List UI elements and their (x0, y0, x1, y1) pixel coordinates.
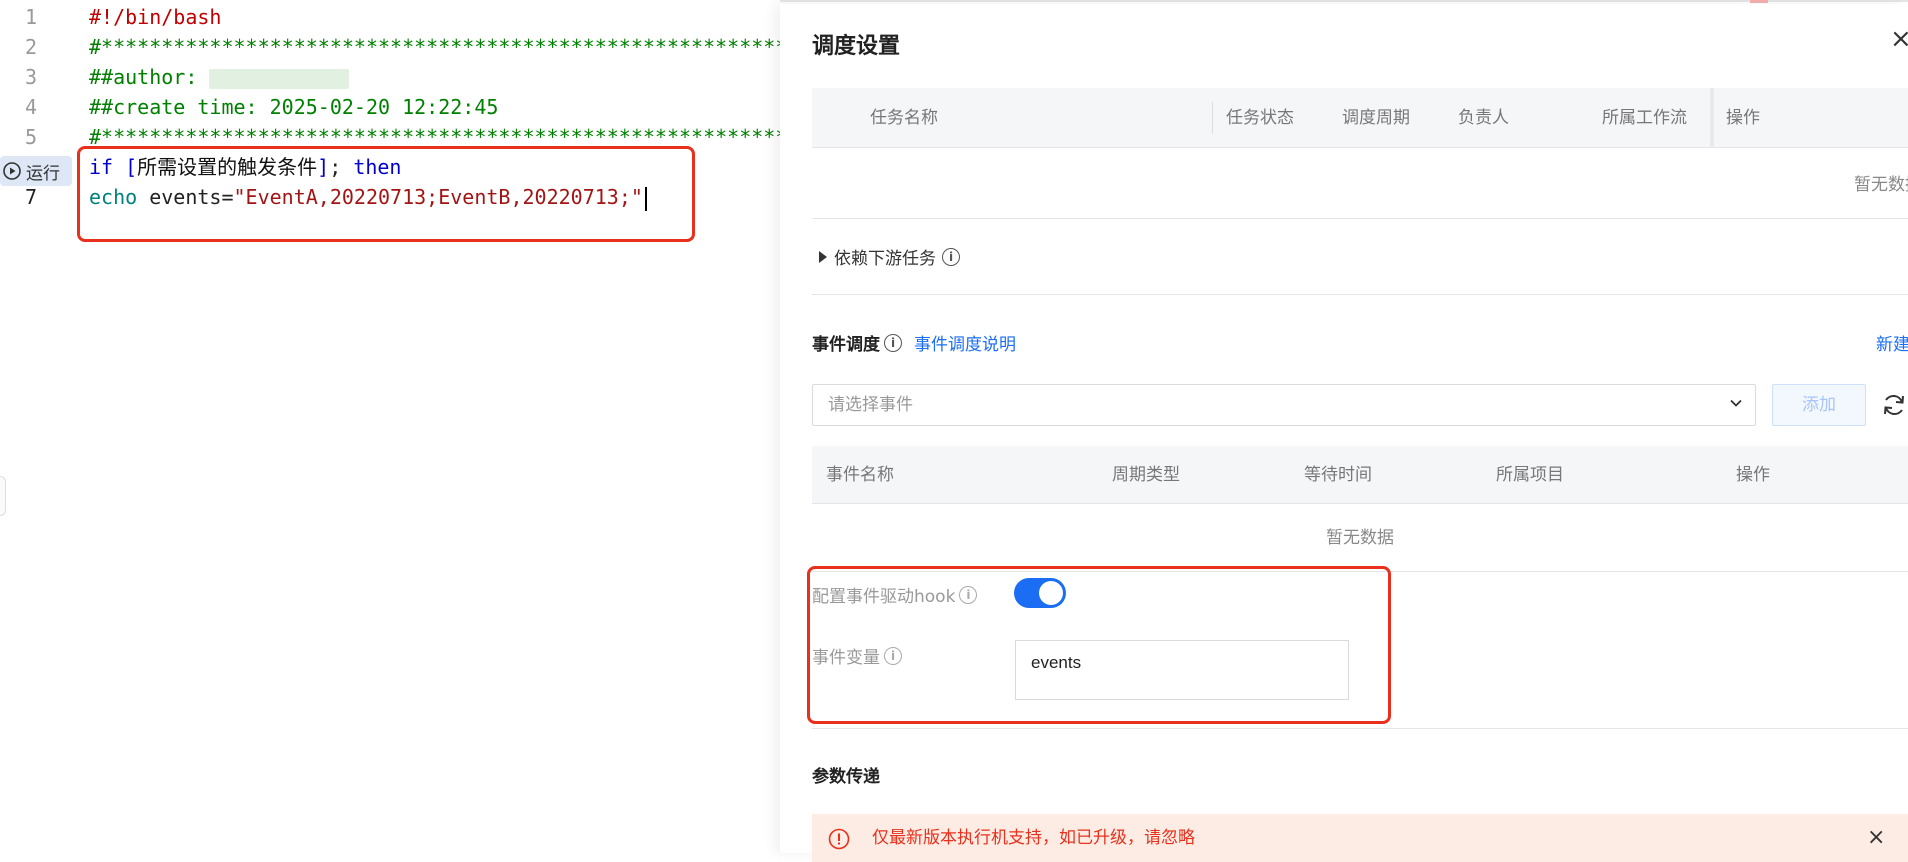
col-event-name: 事件名称 (826, 465, 894, 485)
divider (812, 294, 1908, 295)
event-table-header: 事件名称 周期类型 等待时间 所属项目 操作 (812, 446, 1908, 504)
col-actions: 操作 (1726, 108, 1760, 128)
code-text: ##create time: 2025-02-20 12:22:45 (89, 92, 498, 122)
col-project: 所属项目 (1496, 465, 1564, 485)
line-number: 7 (24, 185, 38, 209)
event-section-header: 事件调度 i 事件调度说明 新建事件 (812, 330, 1908, 355)
warning-icon (828, 828, 850, 850)
divider (812, 728, 1908, 729)
code-token: #!/bin/bash (89, 5, 222, 29)
drawer-title: 调度设置 (812, 34, 901, 59)
close-icon[interactable]: × (1890, 24, 1908, 54)
event-doc-link[interactable]: 事件调度说明 (914, 330, 1016, 355)
col-task-name: 任务名称 (870, 108, 938, 128)
line-number: 4 (24, 95, 38, 119)
warning-text: 仅最新版本执行机支持，如已升级，请忽略 (872, 828, 1195, 848)
code-text: #!/bin/bash (89, 2, 221, 32)
line-number: 5 (24, 125, 38, 149)
col-wait-time: 等待时间 (1304, 465, 1372, 485)
info-icon[interactable]: i (942, 247, 960, 266)
code-token: ##author: (89, 65, 210, 89)
upstream-table-body: 暂无数据 (812, 148, 1908, 219)
param-section-title: 参数传递 (812, 767, 880, 787)
empty-state-text: 暂无数据 (1326, 528, 1394, 548)
downstream-label: 依赖下游任务 (834, 249, 936, 269)
info-icon[interactable]: i (884, 333, 902, 352)
code-highlight-box (77, 146, 695, 242)
refresh-icon[interactable] (1881, 392, 1907, 418)
col-cycle-type: 周期类型 (1112, 465, 1180, 485)
event-section-title: 事件调度 (812, 335, 880, 355)
caret-right-icon (819, 250, 827, 263)
event-select[interactable]: 请选择事件 (812, 384, 1756, 426)
col-task-status: 任务状态 (1226, 108, 1294, 128)
downstream-toggle[interactable]: 依赖下游任务 i (818, 244, 960, 269)
line-number: 2 (24, 35, 38, 59)
new-event-link[interactable]: 新建事件 (1876, 330, 1908, 355)
event-table-body: 暂无数据 (812, 504, 1908, 572)
warning-banner: 仅最新版本执行机支持，如已升级，请忽略 × (812, 814, 1908, 862)
redacted-text (209, 68, 350, 89)
col-actions: 操作 (1736, 465, 1770, 485)
code-text: ##author: (89, 62, 350, 92)
empty-state-text: 暂无数据 (1854, 175, 1908, 195)
line-number: 1 (24, 5, 38, 29)
line-number: 3 (24, 65, 38, 89)
code-token: ##create time: 2025-02-20 12:22:45 (89, 95, 499, 119)
play-icon (3, 162, 21, 180)
run-button[interactable]: 运行 (0, 156, 72, 186)
col-owner: 负责人 (1458, 108, 1509, 128)
col-schedule-cycle: 调度周期 (1342, 108, 1410, 128)
sticky-column-shadow (1710, 88, 1714, 148)
code-text: #***************************************… (89, 32, 787, 62)
hook-highlight-box (807, 566, 1391, 724)
column-divider (1212, 102, 1213, 134)
upstream-table-header: 任务名称 任务状态 调度周期 负责人 所属工作流 操作 (812, 88, 1908, 148)
schedule-settings-drawer: 调度设置 × 任务名称 任务状态 调度周期 负责人 所属工作流 操作 暂无数据 … (780, 4, 1908, 862)
close-icon[interactable]: × (1867, 814, 1885, 862)
code-token: #***************************************… (89, 35, 788, 59)
code-editor[interactable]: 1 #!/bin/bash 2 #**************************… (0, 0, 787, 853)
run-button-label: 运行 (26, 163, 60, 184)
event-select-placeholder: 请选择事件 (828, 395, 913, 415)
red-marker (1750, 0, 1768, 3)
chevron-down-icon (1730, 399, 1742, 407)
col-workflow: 所属工作流 (1602, 108, 1687, 128)
panel-resize-handle[interactable] (0, 476, 6, 516)
add-button[interactable]: 添加 (1772, 384, 1866, 426)
